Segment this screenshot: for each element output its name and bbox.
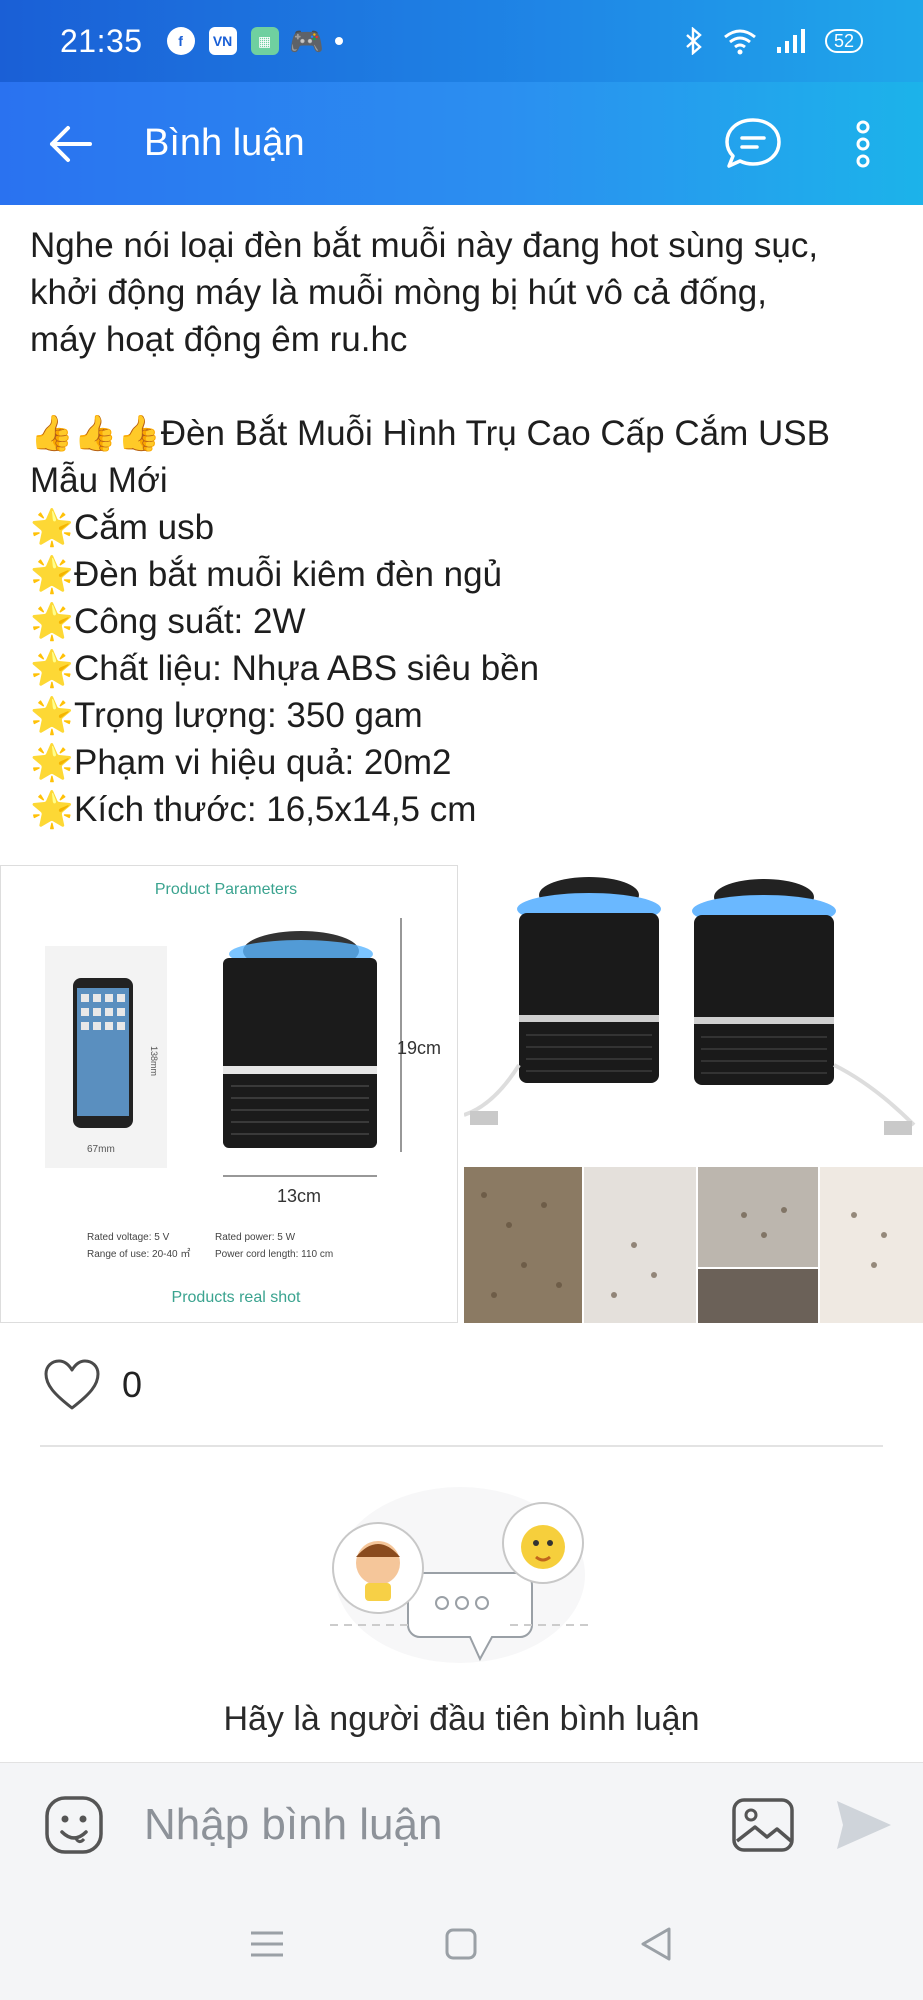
signal-icon xyxy=(776,29,805,53)
status-time: 21:35 xyxy=(60,22,143,59)
attach-image-button[interactable] xyxy=(723,1785,803,1865)
product-parameters-image[interactable]: Product Parameters 138mm 67mm 19cm 13cm … xyxy=(0,865,458,1323)
post-headline: 👍👍👍Đèn Bắt Muỗi Hình Trụ Cao Cấp Cắm USB xyxy=(30,410,900,457)
more-options-button[interactable] xyxy=(823,104,903,184)
like-count: 0 xyxy=(122,1364,143,1405)
wifi-icon xyxy=(724,29,756,55)
svg-text:13cm: 13cm xyxy=(277,1186,321,1206)
app-bar: Bình luận xyxy=(0,82,923,205)
more-notifications-dot-icon xyxy=(334,37,343,45)
system-icons: 52 xyxy=(683,27,863,55)
emoji-button[interactable] xyxy=(34,1785,114,1865)
thumbs-up-icon: 👍👍👍 xyxy=(30,414,161,453)
star-icon: 🌟 xyxy=(30,649,74,688)
post-content: Nghe nói loại đèn bắt muỗi này đang hot … xyxy=(30,222,900,833)
star-icon: 🌟 xyxy=(30,696,74,735)
feature-item: 🌟Chất liệu: Nhựa ABS siêu bền xyxy=(30,645,900,692)
chat-bubble-icon xyxy=(725,117,781,168)
chat-button[interactable] xyxy=(713,104,793,184)
send-button[interactable] xyxy=(823,1785,903,1865)
star-icon: 🌟 xyxy=(30,555,74,594)
feature-item: 🌟Công suất: 2W xyxy=(30,598,900,645)
post-images: Product Parameters 138mm 67mm 19cm 13cm … xyxy=(0,865,923,1323)
feature-item: 🌟Trọng lượng: 350 gam xyxy=(30,692,900,739)
back-nav-button[interactable] xyxy=(626,1914,686,1974)
svg-text:Rated voltage: 5 V: Rated voltage: 5 V xyxy=(87,1232,170,1243)
back-button[interactable] xyxy=(30,104,110,184)
comment-input-bar xyxy=(0,1762,923,1887)
svg-text:Rated power: 5 W: Rated power: 5 W xyxy=(215,1232,296,1243)
system-navigation-bar xyxy=(0,1887,923,2000)
star-icon: 🌟 xyxy=(30,508,74,547)
svg-text:19cm: 19cm xyxy=(397,1038,441,1058)
feature-item: 🌟Phạm vi hiệu quả: 20m2 xyxy=(30,739,900,786)
facebook-icon: f xyxy=(166,27,195,55)
recent-apps-button[interactable] xyxy=(237,1914,297,1974)
divider xyxy=(40,1445,883,1447)
svg-text:67mm: 67mm xyxy=(87,1144,115,1155)
star-icon: 🌟 xyxy=(30,602,74,641)
products-real-shot-caption: Products real shot xyxy=(172,1289,302,1306)
comment-input[interactable] xyxy=(144,1800,723,1850)
headline-text: Đèn Bắt Muỗi Hình Trụ Cao Cấp Cắm USB xyxy=(160,414,830,453)
svg-text:138mm: 138mm xyxy=(149,1046,159,1076)
star-icon: 🌟 xyxy=(30,790,74,829)
product-parameters-title: Product Parameters xyxy=(155,881,297,898)
notification-icons: f VN ▦ 🎮 xyxy=(166,25,343,57)
heart-icon[interactable] xyxy=(42,1358,102,1412)
news-app-icon: VN xyxy=(208,27,237,55)
status-bar: 21:35 f VN ▦ 🎮 52 xyxy=(0,0,923,82)
home-square-icon xyxy=(445,1928,477,1959)
svg-text:Range of use: 20-40 ㎡: Range of use: 20-40 ㎡ xyxy=(87,1248,190,1260)
svg-text:Power cord length: 110 cm: Power cord length: 110 cm xyxy=(215,1249,333,1260)
more-vertical-icon xyxy=(856,120,870,167)
star-icon: 🌟 xyxy=(30,743,74,782)
arrow-left-icon xyxy=(50,125,92,162)
feature-item: 🌟Đèn bắt muỗi kiêm đèn ngủ xyxy=(30,551,900,598)
bluetooth-icon xyxy=(686,27,702,55)
intro-line: khởi động máy là muỗi mòng bị hút vô cả … xyxy=(30,273,767,312)
smiley-icon xyxy=(45,1796,103,1854)
gamepad-icon: 🎮 xyxy=(289,25,325,57)
intro-line: máy hoạt động êm ru.hc xyxy=(30,320,408,359)
calculator-icon: ▦ xyxy=(250,27,279,55)
empty-comments-illustration xyxy=(310,1465,610,1680)
page-title: Bình luận xyxy=(144,122,305,164)
image-icon xyxy=(732,1798,794,1852)
intro-line: Nghe nói loại đèn bắt muỗi này đang hot … xyxy=(30,226,819,265)
back-triangle-icon xyxy=(641,1927,671,1960)
product-photo-collage[interactable] xyxy=(464,865,923,1323)
menu-icon xyxy=(251,1931,284,1956)
empty-comments-message: Hãy là người đầu tiên bình luận xyxy=(223,1700,700,1738)
headline-continued: Mẫu Mới xyxy=(30,461,168,500)
battery-indicator: 52 xyxy=(824,29,863,53)
send-icon xyxy=(837,1801,891,1849)
home-button[interactable] xyxy=(431,1914,491,1974)
feature-item: 🌟Cắm usb xyxy=(30,504,900,551)
feature-item: 🌟Kích thước: 16,5x14,5 cm xyxy=(30,786,900,833)
like-row: 0 xyxy=(42,1355,142,1415)
